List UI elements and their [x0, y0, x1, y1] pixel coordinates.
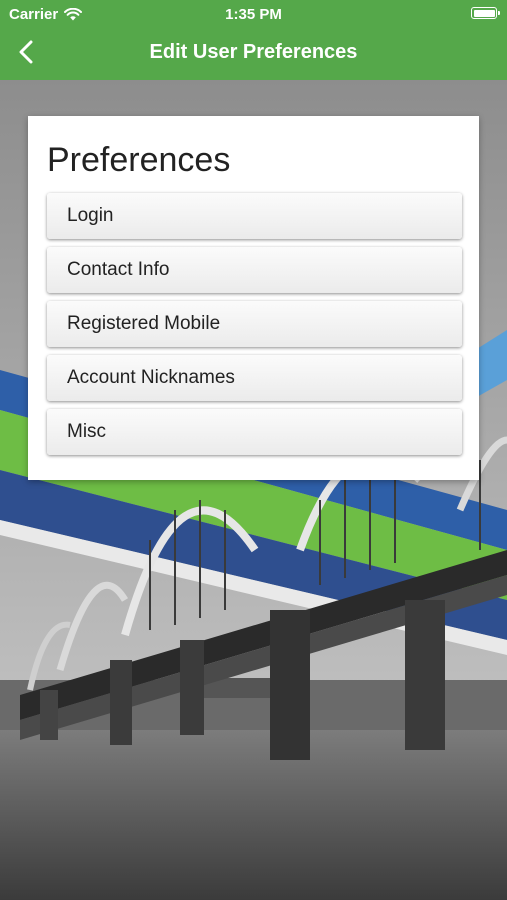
status-bar: Carrier 1:35 PM — [0, 0, 507, 28]
page-title: Edit User Preferences — [149, 41, 358, 63]
login-button[interactable]: Login — [47, 193, 462, 239]
registered-mobile-button[interactable]: Registered Mobile — [47, 301, 462, 347]
account-nicknames-button[interactable]: Account Nicknames — [47, 355, 462, 401]
preferences-heading: Preferences — [47, 141, 231, 179]
battery-icon — [471, 7, 500, 19]
top-bar: Carrier 1:35 PM Edit User Preferences — [0, 0, 507, 80]
preferences-panel: Preferences Login Contact Info Registere… — [28, 116, 479, 480]
contact-info-button[interactable]: Contact Info — [47, 247, 462, 293]
preferences-menu: Login Contact Info Registered Mobile Acc… — [47, 193, 462, 463]
misc-button[interactable]: Misc — [47, 409, 462, 455]
status-time: 1:35 PM — [225, 6, 282, 23]
navigation-bar: Edit User Preferences — [0, 28, 507, 80]
